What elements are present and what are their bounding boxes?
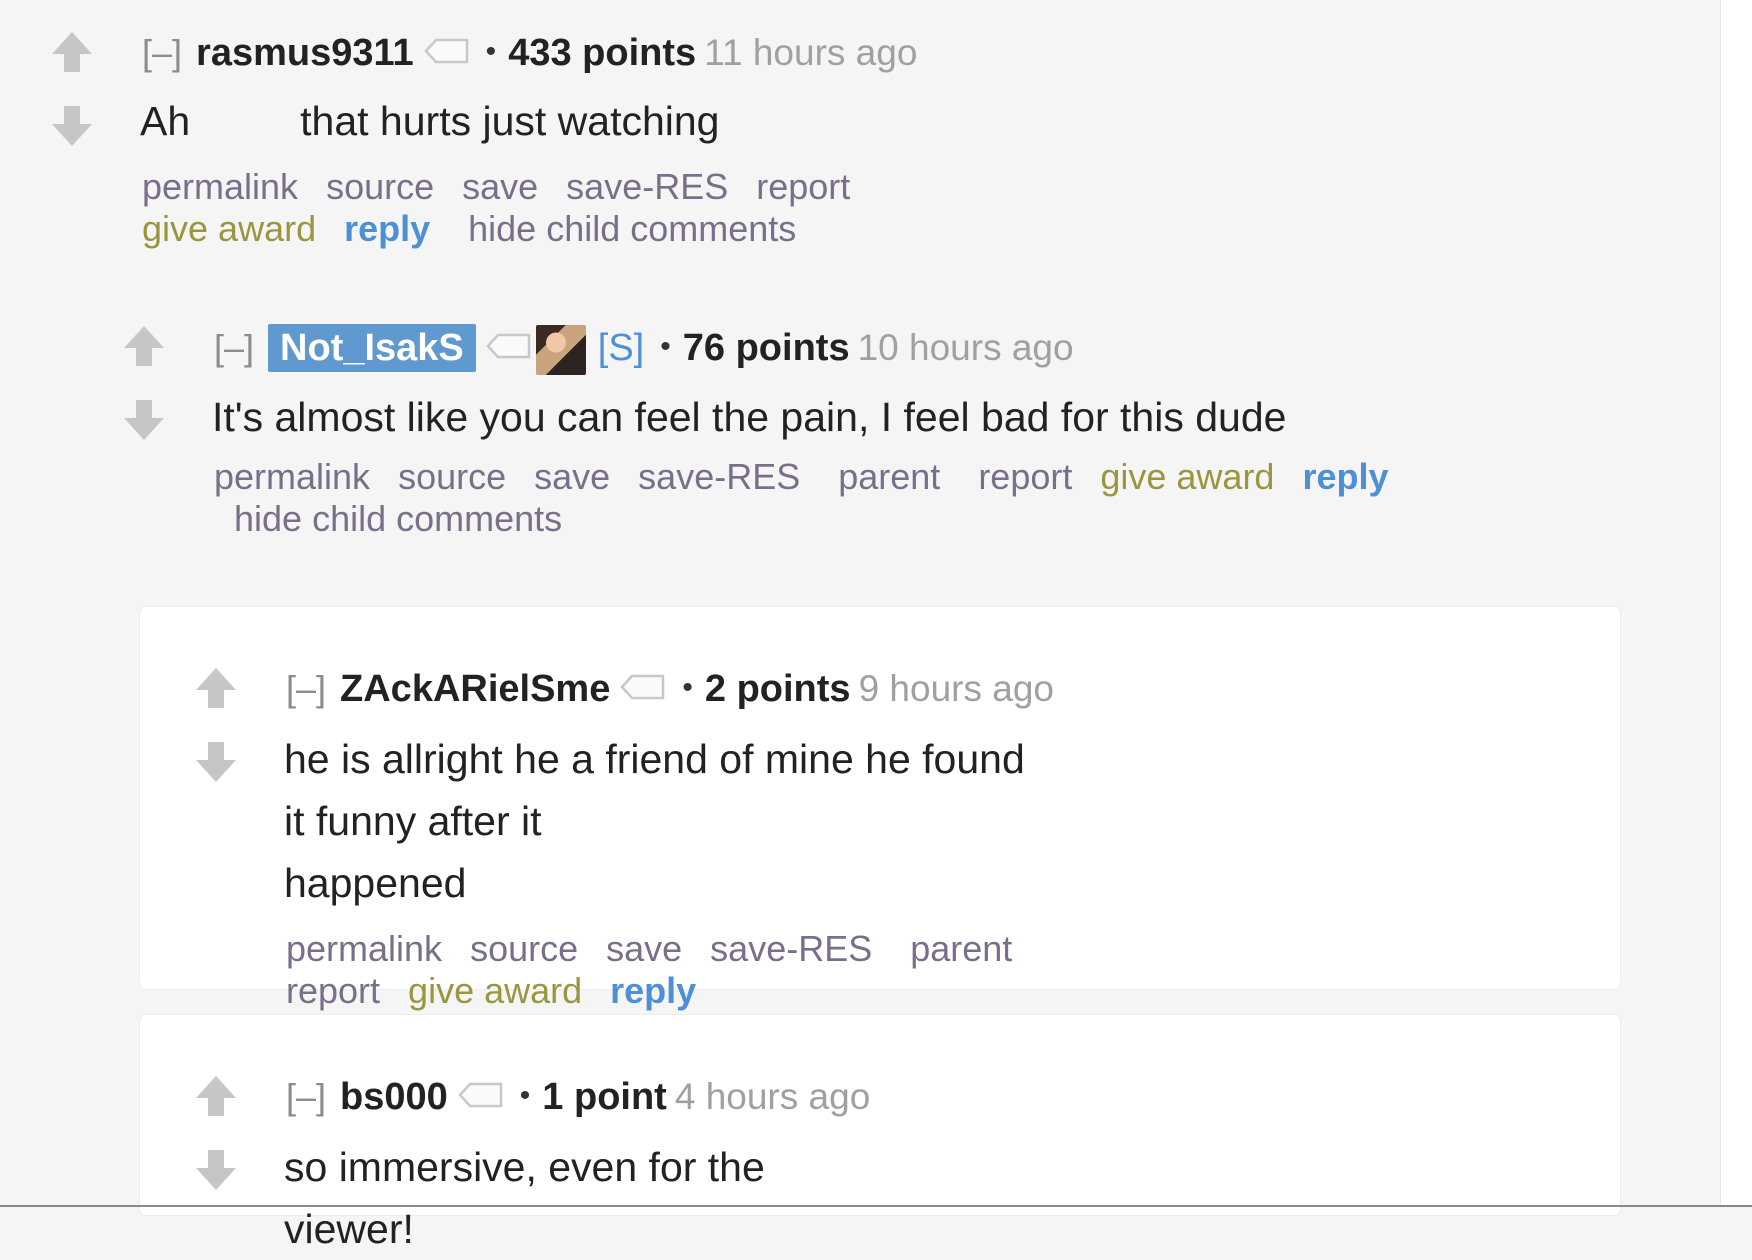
hide-child-comments-button[interactable]: hide child comments bbox=[468, 208, 796, 250]
reply-button[interactable]: reply bbox=[1302, 456, 1388, 498]
up-arrow-icon[interactable] bbox=[192, 664, 240, 712]
timestamp[interactable]: 9 hours ago bbox=[859, 668, 1054, 709]
comment-entry: [–] ZAckARielSme • 2 points 9 hours ago he i… bbox=[284, 666, 1054, 1012]
timestamp[interactable]: 4 hours ago bbox=[675, 1076, 870, 1117]
page-right-edge bbox=[1720, 0, 1752, 1207]
save-button[interactable]: save bbox=[534, 456, 610, 498]
permalink-button[interactable]: permalink bbox=[286, 928, 442, 970]
comment-body-line: he is allright he a friend of mine he fo… bbox=[284, 736, 1025, 844]
comment-entry: [–] Not_IsakS [S] • 76 points 10 hours ago It… bbox=[212, 324, 1474, 540]
source-button[interactable]: source bbox=[470, 928, 578, 970]
submitter-tag[interactable]: [S] bbox=[598, 327, 644, 369]
vote-controls bbox=[192, 1072, 240, 1194]
tag-icon[interactable] bbox=[458, 1081, 504, 1109]
reply-button[interactable]: reply bbox=[344, 208, 430, 250]
timestamp[interactable]: 11 hours ago bbox=[704, 32, 917, 73]
give-award-button[interactable]: give award bbox=[1100, 456, 1274, 498]
comment-body-start: Ah bbox=[140, 98, 191, 144]
give-award-button[interactable]: give award bbox=[408, 970, 582, 1012]
hide-child-comments-button[interactable]: hide child comments bbox=[234, 498, 562, 540]
tag-icon[interactable] bbox=[620, 673, 666, 701]
parent-button[interactable]: parent bbox=[910, 928, 1012, 970]
comment-body: he is allright he a friend of mine he fo… bbox=[284, 728, 1054, 914]
timestamp[interactable]: 10 hours ago bbox=[858, 327, 1074, 368]
bullet-separator: • bbox=[485, 35, 497, 68]
report-button[interactable]: report bbox=[286, 970, 380, 1012]
vote-controls bbox=[192, 664, 240, 786]
vote-controls bbox=[48, 28, 96, 150]
permalink-button[interactable]: permalink bbox=[214, 456, 370, 498]
score: 1 point bbox=[542, 1076, 667, 1118]
author-link[interactable]: bs000 bbox=[340, 1076, 448, 1118]
author-link[interactable]: rasmus9311 bbox=[196, 32, 414, 74]
user-flair-image bbox=[535, 325, 586, 376]
tagline: [–] Not_IsakS [S] • 76 points 10 hours ago bbox=[214, 324, 1474, 376]
report-button[interactable]: report bbox=[978, 456, 1072, 498]
up-arrow-icon[interactable] bbox=[48, 28, 96, 76]
comment-buttons: permalink source save save-RES report give aw… bbox=[142, 166, 917, 250]
collapse-toggle[interactable]: [–] bbox=[286, 668, 326, 709]
up-arrow-icon[interactable] bbox=[192, 1072, 240, 1120]
down-arrow-icon[interactable] bbox=[192, 1146, 240, 1194]
save-button[interactable]: save bbox=[462, 166, 538, 208]
comment-entry: [–] bs000 • 1 point 4 hours ago so immersive… bbox=[284, 1074, 870, 1260]
vote-controls bbox=[120, 322, 168, 444]
bullet-separator: • bbox=[682, 671, 693, 704]
up-arrow-icon[interactable] bbox=[120, 322, 168, 370]
collapse-toggle[interactable]: [–] bbox=[142, 32, 182, 73]
source-button[interactable]: source bbox=[398, 456, 506, 498]
author-link-op[interactable]: Not_IsakS bbox=[268, 324, 476, 372]
tagline: [–] rasmus9311 • 433 points 11 hours ago bbox=[142, 30, 917, 76]
score: 2 points bbox=[704, 668, 851, 710]
comment-body-line: happened bbox=[284, 860, 467, 906]
down-arrow-icon[interactable] bbox=[120, 396, 168, 444]
tagline: [–] bs000 • 1 point 4 hours ago bbox=[286, 1074, 870, 1120]
bullet-separator: • bbox=[660, 330, 671, 363]
down-arrow-icon[interactable] bbox=[192, 738, 240, 786]
score: 433 points bbox=[508, 32, 697, 74]
bullet-separator: • bbox=[519, 1079, 531, 1112]
comment-body-end: that hurts just watching bbox=[300, 98, 720, 144]
score: 76 points bbox=[682, 327, 850, 369]
comment-buttons: permalink source save save-RES parent reportg… bbox=[214, 456, 1474, 540]
source-button[interactable]: source bbox=[326, 166, 434, 208]
permalink-button[interactable]: permalink bbox=[142, 166, 298, 208]
comment-body: so immersive, even for the viewer! bbox=[284, 1144, 765, 1252]
tag-icon[interactable] bbox=[486, 332, 532, 360]
author-link[interactable]: ZAckARielSme bbox=[340, 668, 610, 710]
collapse-toggle[interactable]: [–] bbox=[214, 327, 254, 368]
save-button[interactable]: save bbox=[606, 928, 682, 970]
comment-buttons: permalink source save save-RES parent reportg… bbox=[286, 928, 1054, 1012]
comment-body: It's almost like you can feel the pain, … bbox=[212, 394, 1287, 440]
tag-icon[interactable] bbox=[424, 37, 470, 65]
parent-button[interactable]: parent bbox=[838, 456, 940, 498]
give-award-button[interactable]: give award bbox=[142, 208, 316, 250]
reply-button[interactable]: reply bbox=[610, 970, 696, 1012]
save-res-button[interactable]: save-RES bbox=[710, 928, 872, 970]
down-arrow-icon[interactable] bbox=[48, 102, 96, 150]
comment-entry: [–] rasmus9311 • 433 points 11 hours ago Ah t… bbox=[140, 30, 917, 250]
save-res-button[interactable]: save-RES bbox=[638, 456, 800, 498]
collapse-toggle[interactable]: [–] bbox=[286, 1076, 326, 1117]
report-button[interactable]: report bbox=[756, 166, 850, 208]
save-res-button[interactable]: save-RES bbox=[566, 166, 728, 208]
comment-body: Ah that hurts just watching bbox=[140, 90, 917, 152]
tagline: [–] ZAckARielSme • 2 points 9 hours ago bbox=[286, 666, 1054, 712]
